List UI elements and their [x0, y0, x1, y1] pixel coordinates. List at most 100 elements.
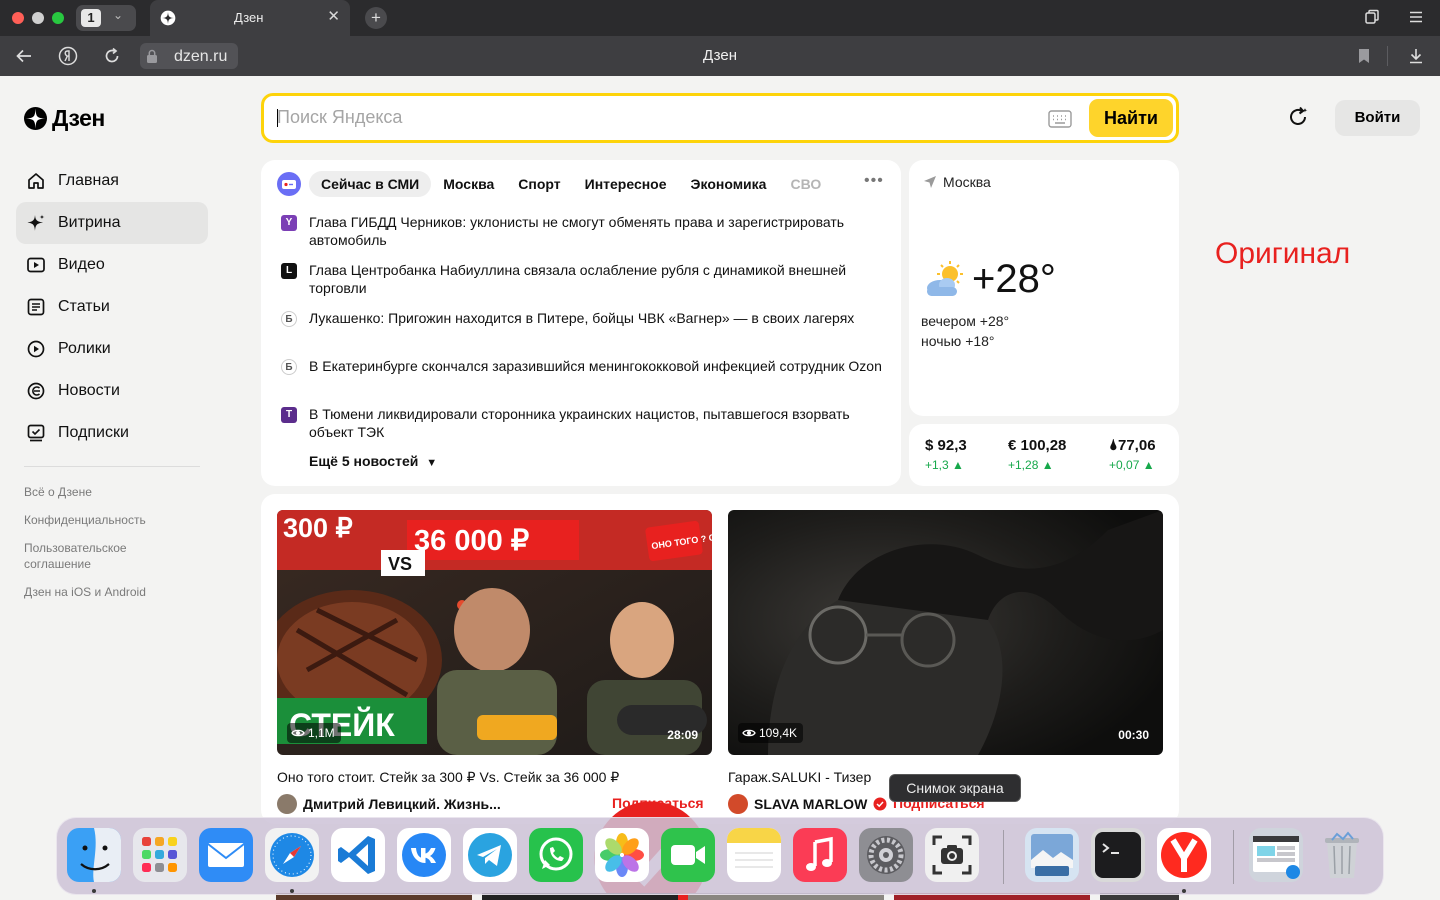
weather-night: ночью +18° [921, 333, 995, 349]
search-button[interactable]: Найти [1089, 99, 1173, 137]
mail-icon[interactable] [199, 828, 253, 882]
sidebar-item-home[interactable]: Главная [16, 160, 208, 202]
footer-link-privacy[interactable]: Конфиденциальность [24, 512, 204, 528]
tab-now-in-media[interactable]: Сейчас в СМИ [309, 171, 432, 197]
weather-widget[interactable]: Москва +28° вечером +28° ночью +18° [909, 160, 1179, 416]
news-source-icon [277, 172, 301, 196]
thumb-vs: VS [388, 554, 412, 574]
video-thumbnail[interactable]: 300 ₽ 36 000 ₽ VS ОНО ТОГО ? СТОИТ СТЕЙК… [277, 510, 712, 755]
active-tab[interactable]: Дзен ✕ [150, 0, 350, 36]
sidebar-item-articles[interactable]: Статьи [16, 286, 208, 328]
eye-icon [291, 729, 305, 737]
running-indicator [92, 889, 96, 893]
preview-icon[interactable] [1025, 828, 1079, 882]
rate-delta: +1,3 ▲ [925, 458, 964, 472]
tab-sport[interactable]: Спорт [506, 171, 572, 197]
sidebar-item-label: Главная [58, 172, 119, 189]
sidebar-item-shorts[interactable]: Ролики [16, 328, 208, 370]
url-text: dzen.ru [174, 48, 228, 65]
tab-switcher-icon[interactable] [1364, 9, 1380, 25]
dock-divider [1003, 830, 1004, 884]
tab-svo[interactable]: СВО [778, 171, 833, 197]
finder-icon[interactable] [67, 828, 121, 882]
video-feed: 300 ₽ 36 000 ₽ VS ОНО ТОГО ? СТОИТ СТЕЙК… [261, 494, 1179, 900]
video-card[interactable]: 300 ₽ 36 000 ₽ VS ОНО ТОГО ? СТОИТ СТЕЙК… [277, 510, 712, 900]
system-settings-icon[interactable] [859, 828, 913, 882]
weather-city: Москва [943, 174, 991, 190]
news-headline: Глава Центробанка Набиуллина связала осл… [309, 262, 847, 296]
sidebar-item-label: Статьи [58, 298, 110, 315]
close-tab-icon[interactable]: ✕ [327, 7, 340, 25]
terminal-icon[interactable] [1091, 828, 1145, 882]
trash-icon[interactable] [1315, 828, 1369, 882]
music-icon[interactable] [793, 828, 847, 882]
sidebar-item-showcase[interactable]: Витрина [16, 202, 208, 244]
safari-icon[interactable] [265, 828, 319, 882]
tab-economy[interactable]: Экономика [679, 171, 779, 197]
new-tab-button[interactable]: + [365, 7, 387, 29]
keyboard-icon[interactable] [1048, 110, 1072, 128]
footer-link-about[interactable]: Всё о Дзене [24, 484, 204, 500]
dzen-logo-icon [24, 106, 47, 130]
window-zoom-button[interactable] [52, 12, 64, 24]
sidebar-item-label: Ролики [58, 340, 111, 357]
tab-moscow[interactable]: Москва [431, 171, 506, 197]
more-news-button[interactable]: Ещё 5 новостей ▼ [309, 453, 437, 469]
running-indicator [290, 889, 294, 893]
video-card[interactable]: 109,4K 00:30 Гараж.SALUKI - Тизер SLAVA … [728, 510, 1163, 814]
search-input[interactable]: Поиск Яндекса [277, 107, 402, 128]
chevron-down-icon: ⌄ [113, 8, 124, 22]
downloads-stack-icon[interactable] [1249, 828, 1303, 882]
video-title[interactable]: Гараж.SALUKI - Тизер [728, 769, 871, 785]
launchpad-icon[interactable] [133, 828, 187, 882]
news-headline: Лукашенко: Пригожин находится в Питере, … [309, 310, 855, 326]
yandex-logo-icon[interactable] [58, 46, 78, 66]
photos-icon[interactable] [595, 828, 649, 882]
footer-link-apps[interactable]: Дзен на iOS и Android [24, 584, 204, 600]
channel-name: SLAVA MARLOW [754, 796, 868, 812]
vk-icon[interactable] [397, 828, 451, 882]
footer-link-terms[interactable]: Пользовательское соглашение [24, 540, 154, 572]
view-count-text: 1,1M [308, 726, 335, 740]
reload-icon[interactable] [102, 46, 122, 66]
login-button[interactable]: Войти [1335, 100, 1420, 136]
whatsapp-icon[interactable] [529, 828, 583, 882]
telegram-icon[interactable] [463, 828, 517, 882]
thumb-price-high: 36 000 ₽ [414, 525, 529, 557]
dzen-logo[interactable]: Дзен [24, 105, 105, 131]
notes-icon[interactable] [727, 828, 781, 882]
tab-interesting[interactable]: Интересное [573, 171, 679, 197]
news-source-badge: L [281, 263, 297, 279]
weather-temperature: +28° [972, 257, 1056, 301]
dock-divider [1233, 830, 1234, 884]
subscribe-button[interactable]: Подписаться [612, 795, 704, 811]
dzen-favicon-icon [160, 10, 176, 26]
sidebar-item-subscriptions[interactable]: Подписки [16, 412, 208, 454]
more-tabs-icon[interactable]: ••• [864, 172, 884, 190]
video-thumbnail[interactable]: 109,4K 00:30 [728, 510, 1163, 755]
sidebar-item-news[interactable]: Новости [16, 370, 208, 412]
rates-widget[interactable]: $ 92,3 +1,3 ▲ € 100,28 +1,28 ▲ 🌢77,06 +0… [909, 424, 1179, 486]
screenshot-icon[interactable] [925, 828, 979, 882]
saluki-thumbnail-image [728, 510, 1163, 755]
tab-count-button[interactable]: 1 ⌄ [76, 5, 136, 31]
news-tabs: Сейчас в СМИ Москва Спорт Интересное Эко… [309, 171, 833, 197]
video-title[interactable]: Оно того стоит. Стейк за 300 ₽ Vs. Стейк… [277, 769, 619, 786]
channel-name: Дмитрий Левицкий. Жизнь... [303, 796, 501, 812]
back-arrow-icon[interactable] [14, 46, 34, 66]
bookmark-icon[interactable] [1354, 46, 1374, 66]
download-icon[interactable] [1406, 46, 1426, 66]
facetime-icon[interactable] [661, 828, 715, 882]
weather-location: Москва [923, 174, 991, 190]
window-close-button[interactable] [12, 12, 24, 24]
url-field[interactable]: dzen.ru [140, 43, 238, 69]
shorts-icon [27, 340, 45, 358]
sidebar-item-label: Витрина [58, 214, 121, 231]
menu-icon[interactable] [1409, 10, 1423, 24]
sidebar-item-video[interactable]: Видео [16, 244, 208, 286]
window-minimize-button[interactable] [32, 12, 44, 24]
logo-text: Дзен [52, 104, 105, 131]
refresh-feed-icon[interactable] [1286, 105, 1310, 129]
yandex-browser-icon[interactable] [1157, 828, 1211, 882]
vscode-icon[interactable] [331, 828, 385, 882]
